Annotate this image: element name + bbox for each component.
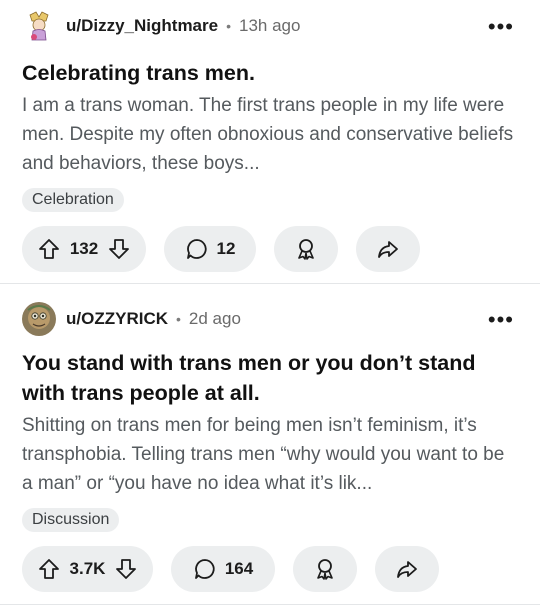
vote-pill: 3.7K: [22, 546, 153, 592]
vote-pill: 132: [22, 226, 146, 272]
vote-count: 132: [69, 239, 99, 258]
upvote-icon[interactable]: [38, 238, 60, 260]
flair-badge[interactable]: Celebration: [22, 188, 124, 212]
share-icon: [395, 557, 419, 581]
avatar[interactable]: [22, 302, 56, 336]
post-time: 2d ago: [188, 309, 241, 328]
username[interactable]: u/Dizzy_Nightmare: [66, 16, 218, 36]
post-body[interactable]: Shitting on trans men for being men isn’…: [22, 411, 517, 498]
comment-icon: [185, 237, 209, 261]
comment-count: 12: [216, 239, 236, 258]
post-card[interactable]: u/OZZYRICK • 2d ago ••• You stand with t…: [0, 284, 540, 605]
meta-separator: •: [176, 311, 181, 327]
downvote-icon[interactable]: [115, 558, 137, 580]
post-actions: 132 12: [22, 226, 420, 272]
post-title[interactable]: You stand with trans men or you don’t st…: [22, 348, 512, 408]
post-title[interactable]: Celebrating trans men.: [22, 58, 512, 88]
username[interactable]: u/OZZYRICK: [66, 309, 168, 329]
comments-button[interactable]: 164: [171, 546, 275, 592]
more-options-icon[interactable]: •••: [488, 16, 514, 38]
post-card[interactable]: u/Dizzy_Nightmare • 13h ago ••• Celebrat…: [0, 0, 540, 283]
post-actions: 3.7K 164: [22, 546, 439, 592]
flair-badge[interactable]: Discussion: [22, 508, 120, 532]
award-button[interactable]: [293, 546, 357, 592]
avatar[interactable]: [22, 9, 56, 43]
comment-count: 164: [224, 559, 254, 578]
comments-button[interactable]: 12: [164, 226, 256, 272]
downvote-icon[interactable]: [108, 238, 130, 260]
comment-icon: [193, 557, 217, 581]
more-options-icon[interactable]: •••: [488, 309, 514, 331]
share-icon: [376, 237, 400, 261]
post-time: 13h ago: [239, 16, 301, 35]
vote-count: 3.7K: [69, 559, 106, 578]
award-icon: [313, 557, 337, 581]
share-button[interactable]: [356, 226, 420, 272]
share-button[interactable]: [375, 546, 439, 592]
post-body[interactable]: I am a trans woman. The first trans peop…: [22, 91, 517, 178]
award-icon: [294, 237, 318, 261]
post-meta: u/Dizzy_Nightmare • 13h ago: [22, 8, 300, 44]
post-meta: u/OZZYRICK • 2d ago: [22, 301, 241, 337]
award-button[interactable]: [274, 226, 338, 272]
upvote-icon[interactable]: [38, 558, 60, 580]
meta-separator: •: [226, 18, 231, 34]
